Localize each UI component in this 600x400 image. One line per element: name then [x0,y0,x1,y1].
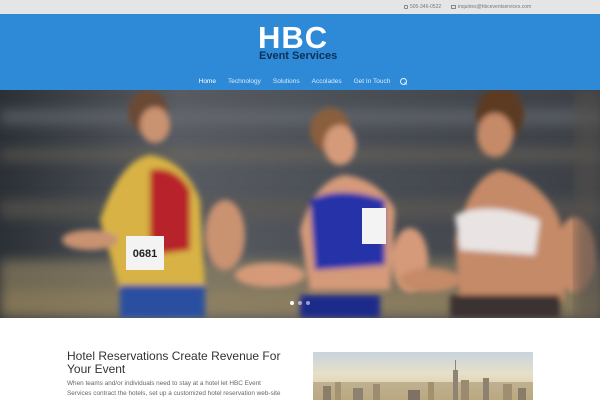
hero-image: 0681 [0,90,600,318]
slider-dot-2[interactable] [298,301,302,305]
top-bar: 505-346-0522 inquiries@hbceventservices.… [0,0,600,14]
main-nav: Home Technology Solutions Accolades Get … [0,74,600,88]
slider-dots [290,301,310,305]
nav-item-get-in-touch[interactable]: Get In Touch [348,78,397,85]
search-icon[interactable] [400,77,408,85]
hero-slider: 0681 [0,90,600,318]
email-address[interactable]: inquiries@hbceventservices.com [458,4,531,10]
nav-item-technology[interactable]: Technology [222,78,267,85]
slider-dot-1[interactable] [290,301,294,305]
section-text: When teams and/or individuals need to st… [67,380,281,397]
nav-item-accolades[interactable]: Accolades [306,78,348,85]
bib-number: 0681 [133,248,157,260]
phone-icon [404,5,408,9]
site-header: HBC Event Services Home Technology Solut… [0,14,600,90]
mail-icon [451,5,456,9]
phone-number[interactable]: 505-346-0522 [410,4,441,10]
phone-contact[interactable]: 505-346-0522 [404,4,441,10]
nav-item-solutions[interactable]: Solutions [267,78,306,85]
city-image [313,352,533,400]
nav-item-home[interactable]: Home [193,78,222,85]
site-logo[interactable]: HBC Event Services [258,21,340,65]
section-title: Hotel Reservations Create Revenue For Yo… [67,349,281,376]
slider-dot-3[interactable] [306,301,310,305]
logo-sub-text: Event Services [259,50,338,62]
runner-bib-2 [362,208,386,244]
email-contact[interactable]: inquiries@hbceventservices.com [451,4,531,10]
